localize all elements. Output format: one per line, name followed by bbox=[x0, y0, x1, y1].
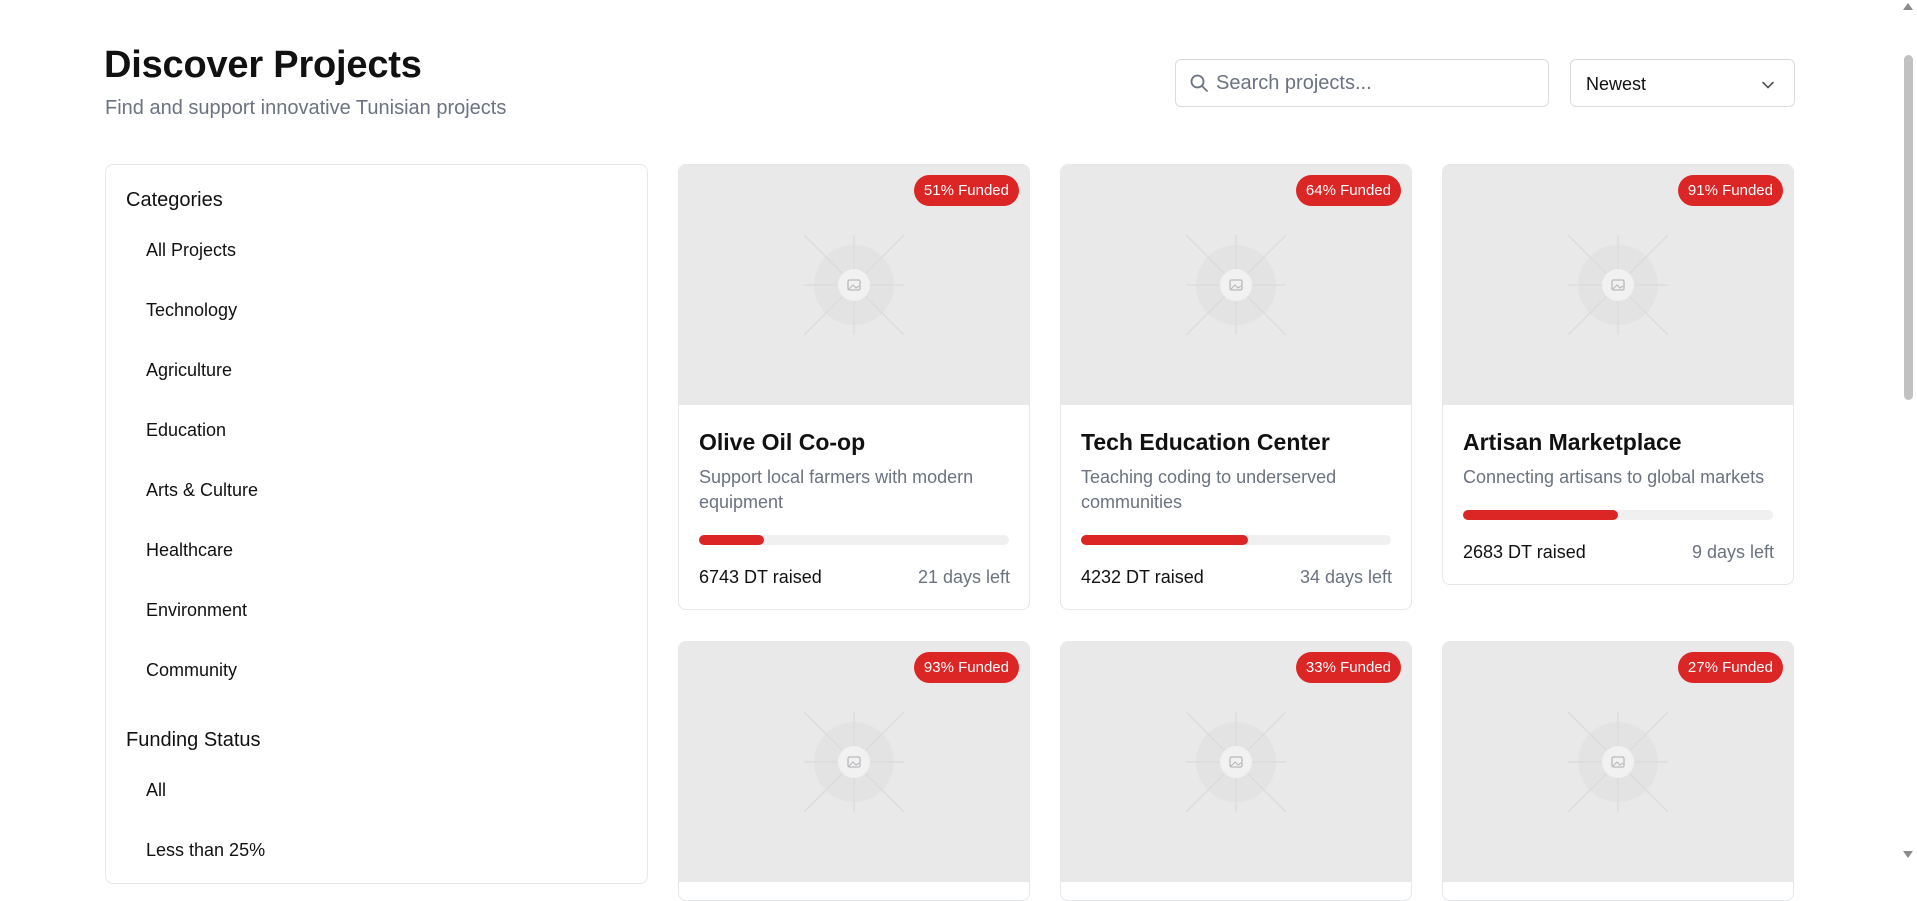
project-card[interactable]: 33% Funded bbox=[1060, 641, 1412, 901]
funding-progress-bar bbox=[1463, 510, 1773, 520]
days-left: 21 days left bbox=[917, 567, 1010, 587]
amount-raised: 2683 DT raised bbox=[1463, 542, 1586, 562]
amount-raised: 4232 DT raised bbox=[1081, 567, 1204, 587]
project-image: 27% Funded bbox=[1443, 642, 1793, 882]
project-card[interactable]: 93% Funded bbox=[678, 641, 1030, 901]
category-item-education[interactable]: Education bbox=[146, 420, 226, 441]
sort-select[interactable]: Newest bbox=[1570, 59, 1795, 107]
image-placeholder-icon bbox=[804, 235, 904, 335]
funded-badge: 91% Funded bbox=[1677, 175, 1783, 206]
category-item-all-projects[interactable]: All Projects bbox=[146, 240, 236, 261]
scroll-down-arrow-icon[interactable] bbox=[1903, 851, 1913, 858]
funding-item-all[interactable]: All bbox=[146, 780, 166, 801]
project-title: Tech Education Center bbox=[1081, 429, 1330, 455]
image-placeholder-icon bbox=[1186, 712, 1286, 812]
project-image: 91% Funded bbox=[1443, 165, 1793, 405]
funding-progress-fill bbox=[1081, 535, 1249, 545]
image-placeholder-icon bbox=[1568, 712, 1668, 812]
project-card[interactable]: 51% Funded Olive Oil Co-op Support local… bbox=[678, 164, 1030, 610]
page-scrollbar[interactable] bbox=[1900, 0, 1917, 861]
funding-progress-fill bbox=[1463, 510, 1618, 520]
amount-raised: 6743 DT raised bbox=[699, 567, 822, 587]
project-title: Artisan Marketplace bbox=[1463, 429, 1682, 455]
image-placeholder-icon bbox=[1568, 235, 1668, 335]
project-title: Olive Oil Co-op bbox=[699, 429, 866, 455]
category-item-agriculture[interactable]: Agriculture bbox=[146, 360, 232, 381]
page-title: Discover Projects bbox=[104, 44, 422, 86]
category-item-community[interactable]: Community bbox=[146, 660, 237, 681]
funded-badge: 33% Funded bbox=[1295, 652, 1401, 683]
category-item-arts-culture[interactable]: Arts & Culture bbox=[146, 480, 258, 501]
funded-badge: 93% Funded bbox=[913, 652, 1019, 683]
project-description: Teaching coding to underserved communiti… bbox=[1081, 467, 1337, 512]
category-item-healthcare[interactable]: Healthcare bbox=[146, 540, 233, 561]
project-card[interactable]: 27% Funded bbox=[1442, 641, 1794, 901]
project-description: Connecting artisans to global markets bbox=[1463, 467, 1765, 487]
search-box[interactable] bbox=[1175, 59, 1549, 107]
project-image: 93% Funded bbox=[679, 642, 1029, 882]
funding-status-heading: Funding Status bbox=[126, 729, 261, 751]
project-image: 51% Funded bbox=[679, 165, 1029, 405]
image-placeholder-icon bbox=[1186, 235, 1286, 335]
category-item-environment[interactable]: Environment bbox=[146, 600, 247, 621]
filters-sidebar: Categories All Projects Technology Agric… bbox=[105, 164, 648, 884]
sort-selected-value: Newest bbox=[1586, 74, 1647, 94]
funding-progress-bar bbox=[699, 535, 1009, 545]
project-description: Support local farmers with modern equipm… bbox=[699, 467, 974, 512]
funding-progress-bar bbox=[1081, 535, 1391, 545]
search-icon bbox=[1190, 74, 1208, 92]
scrollbar-thumb[interactable] bbox=[1904, 55, 1913, 400]
funded-badge: 27% Funded bbox=[1677, 652, 1783, 683]
search-input[interactable] bbox=[1216, 60, 1536, 106]
project-card[interactable]: 64% Funded Tech Education Center Teachin… bbox=[1060, 164, 1412, 610]
project-image: 64% Funded bbox=[1061, 165, 1411, 405]
days-left: 9 days left bbox=[1691, 542, 1774, 562]
chevron-down-icon bbox=[1762, 81, 1774, 89]
scroll-up-arrow-icon[interactable] bbox=[1903, 3, 1913, 10]
categories-heading: Categories bbox=[126, 189, 223, 211]
image-placeholder-icon bbox=[804, 712, 904, 812]
funded-badge: 51% Funded bbox=[913, 175, 1019, 206]
funding-progress-fill bbox=[699, 535, 765, 545]
page-subtitle: Find and support innovative Tunisian pro… bbox=[105, 97, 507, 119]
funding-item-less-than-25[interactable]: Less than 25% bbox=[146, 840, 265, 861]
category-item-technology[interactable]: Technology bbox=[146, 300, 237, 321]
funded-badge: 64% Funded bbox=[1295, 175, 1401, 206]
days-left: 34 days left bbox=[1299, 567, 1392, 587]
project-card[interactable]: 91% Funded Artisan Marketplace Connectin… bbox=[1442, 164, 1794, 585]
project-image: 33% Funded bbox=[1061, 642, 1411, 882]
